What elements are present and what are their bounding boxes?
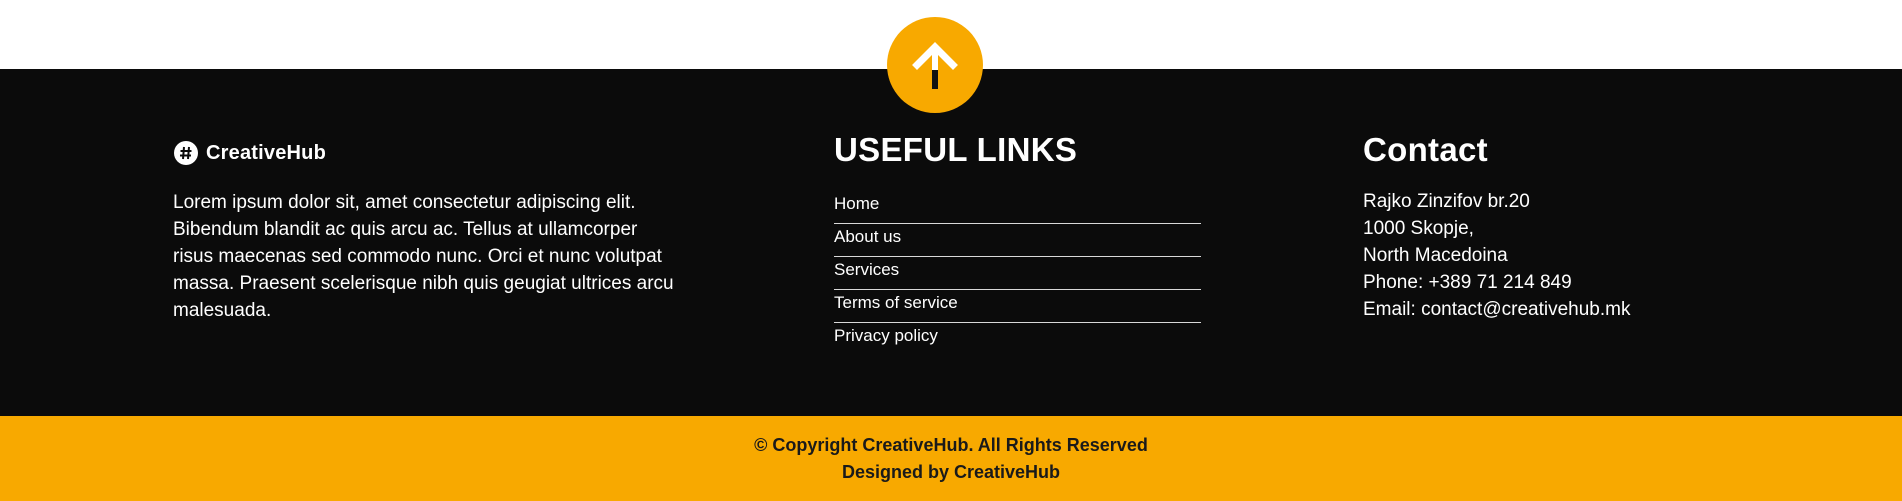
brand-name: CreativeHub — [206, 141, 327, 164]
copyright-text: © Copyright CreativeHub. All Rights Rese… — [754, 435, 1148, 455]
footer-brand[interactable]: CreativeHub — [173, 140, 326, 166]
list-item: Privacy policy — [834, 323, 1201, 356]
footer-link-services[interactable]: Services — [834, 259, 899, 281]
useful-links-list: Home About us Services Terms of service … — [834, 191, 1201, 356]
list-item: About us — [834, 224, 1201, 257]
footer-link-terms-of-service[interactable]: Terms of service — [834, 292, 958, 314]
contact-heading: Contact — [1363, 131, 1488, 168]
list-item: Home — [834, 191, 1201, 224]
designed-by-text: Designed by CreativeHub — [841, 462, 1061, 482]
contact-address-line: Rajko Zinzifov br.20 — [1363, 191, 1530, 212]
footer-link-privacy-policy[interactable]: Privacy policy — [834, 325, 938, 347]
arrow-up-icon — [912, 42, 958, 89]
hashtag-circle-icon — [174, 141, 198, 165]
useful-links-heading: USEFUL LINKS — [834, 131, 1078, 168]
footer-link-home[interactable]: Home — [834, 193, 879, 215]
copyright-bar: © Copyright CreativeHub. All Rights Rese… — [0, 416, 1902, 501]
list-item: Services — [834, 257, 1201, 290]
list-item: Terms of service — [834, 290, 1201, 323]
back-to-top-button[interactable] — [887, 17, 983, 113]
contact-email: Email: contact@creativehub.mk — [1363, 299, 1631, 320]
contact-address-line: North Macedoina — [1363, 245, 1508, 266]
footer-about-text: Lorem ipsum dolor sit, amet consectetur … — [173, 192, 674, 321]
footer-link-about-us[interactable]: About us — [834, 226, 901, 248]
contact-address-line: 1000 Skopje, — [1363, 218, 1474, 239]
contact-details: Rajko Zinzifov br.20 1000 Skopje, North … — [1363, 188, 1630, 323]
contact-phone: Phone: +389 71 214 849 — [1363, 272, 1572, 293]
